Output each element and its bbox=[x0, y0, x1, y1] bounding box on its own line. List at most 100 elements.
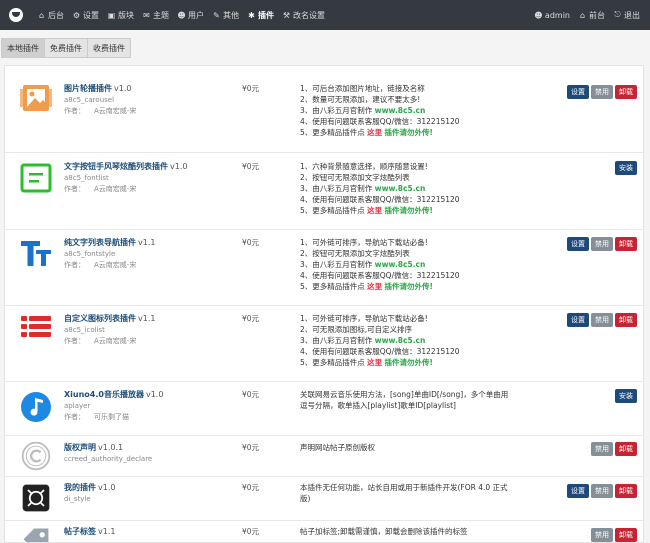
uninstall-button[interactable]: 卸载 bbox=[615, 313, 637, 327]
admin-icon: ☻ bbox=[534, 10, 543, 20]
plugin-row: 图片轮播插件 v1.0 a8c5_carousel 作者： A云南宏威-宋 ¥0元 … bbox=[5, 66, 643, 152]
nav-item-logout[interactable]: ⎋ 退出 bbox=[609, 0, 644, 30]
plugin-name[interactable]: 文字按钮手风琴炫酷列表插件 v1.0 bbox=[64, 161, 187, 172]
uninstall-button[interactable]: 卸载 bbox=[615, 528, 637, 542]
nav-item-plugins[interactable]: ✱ 插件 bbox=[243, 0, 278, 30]
plugin-price: ¥0元 bbox=[242, 390, 260, 399]
nav-label: 插件 bbox=[258, 10, 274, 20]
disable-button[interactable]: 禁用 bbox=[591, 528, 613, 542]
plugin-author: 作者： A云南宏威-宋 bbox=[64, 185, 137, 193]
plugin-name[interactable]: 纯文字列表导航插件 v1.1 bbox=[64, 237, 155, 248]
plugin-icon: ✱ bbox=[248, 10, 255, 20]
plugin-price: ¥0元 bbox=[242, 84, 260, 93]
plugin-description: 1、六种背景随意选择，顺序随意设置! 2、按钮可无限添加文字炫酷列表 3、由八彩… bbox=[300, 162, 460, 215]
plugin-name[interactable]: Xiuno4.0音乐播放器 v1.0 bbox=[64, 389, 163, 400]
plugin-actions: 设置 禁用 卸载 bbox=[567, 313, 637, 327]
install-button[interactable]: 安装 bbox=[615, 389, 637, 403]
nav-label: 后台 bbox=[48, 10, 64, 20]
text-button-list-icon bbox=[20, 163, 52, 193]
plugin-info: Xiuno4.0音乐播放器 v1.0 aplayer 作者： 可乐剩了猫 bbox=[64, 389, 163, 422]
nav-label: 设置 bbox=[83, 10, 99, 20]
topic-icon: ✉ bbox=[143, 10, 150, 20]
nav-item-rename-settings[interactable]: ⚒ 改名设置 bbox=[278, 0, 329, 30]
plugin-key: a8c5_fontlist bbox=[64, 174, 109, 182]
install-button[interactable]: 安装 bbox=[615, 161, 637, 175]
plugin-name[interactable]: 版权声明 v1.0.1 bbox=[64, 442, 152, 453]
plugin-price: ¥0元 bbox=[242, 483, 260, 492]
nav-item-topics[interactable]: ✉ 主题 bbox=[138, 0, 173, 30]
plugin-info: 纯文字列表导航插件 v1.1 a8c5_fontstyle 作者： A云南宏威-宋 bbox=[64, 237, 155, 270]
settings-icon: ⚙ bbox=[72, 10, 81, 20]
disable-button[interactable]: 禁用 bbox=[591, 237, 613, 251]
settings-button[interactable]: 设置 bbox=[567, 85, 589, 99]
uninstall-button[interactable]: 卸载 bbox=[615, 442, 637, 456]
main-nav: ⌂ 后台 ⚙ 设置 ▣ 版块 ✉ 主题 ☻ 用户 ✎ 其他 ✱ 插件 ⚒ 改名设置 bbox=[33, 0, 329, 30]
copyright-icon bbox=[21, 441, 51, 471]
plugin-key: ccreed_authority_declare bbox=[64, 455, 153, 463]
nav-item-other[interactable]: ✎ 其他 bbox=[208, 0, 243, 30]
uninstall-button[interactable]: 卸载 bbox=[615, 85, 637, 99]
uninstall-button[interactable]: 卸载 bbox=[615, 484, 637, 498]
nav-label: 用户 bbox=[188, 10, 204, 20]
frontend-icon: ⌂ bbox=[579, 10, 586, 20]
icon-list-icon bbox=[21, 316, 51, 337]
block-icon: ▣ bbox=[107, 10, 116, 20]
plugin-tabs: 本地插件 免费插件 收费插件 bbox=[1, 38, 131, 58]
plugin-author: 作者： 可乐剩了猫 bbox=[64, 413, 129, 421]
image-carousel-icon bbox=[20, 85, 52, 111]
nav-label: 前台 bbox=[589, 10, 605, 20]
settings-button[interactable]: 设置 bbox=[567, 313, 589, 327]
plugin-row: 我的插件 v1.0 di_style ¥0元 本插件无任何功能，站长自用或用于新插… bbox=[5, 476, 643, 520]
tab-paid-plugins[interactable]: 收费插件 bbox=[87, 38, 131, 58]
plugin-name[interactable]: 我的插件 v1.0 bbox=[64, 482, 115, 493]
nav-item-admin-user[interactable]: ☻ admin bbox=[530, 0, 574, 30]
plugin-key: aplayer bbox=[64, 402, 91, 410]
plugin-info: 版权声明 v1.0.1 ccreed_authority_declare bbox=[64, 442, 152, 463]
plugin-author: 作者： A云南宏威-宋 bbox=[64, 107, 137, 115]
logout-icon: ⎋ bbox=[614, 10, 621, 19]
nav-label: 版块 bbox=[118, 10, 134, 20]
nav-item-admin-home[interactable]: ⌂ 后台 bbox=[33, 0, 68, 30]
nav-item-users[interactable]: ☻ 用户 bbox=[173, 0, 208, 30]
nav-label: 其他 bbox=[223, 10, 239, 20]
disable-button[interactable]: 禁用 bbox=[591, 442, 613, 456]
plugin-key: a8c5_icolist bbox=[64, 326, 105, 334]
plugin-price: ¥0元 bbox=[242, 443, 260, 452]
plugin-info: 自定义图标列表插件 v1.1 a8c5_icolist 作者： A云南宏威-宋 bbox=[64, 313, 155, 346]
plugin-price: ¥0元 bbox=[242, 314, 260, 323]
tab-free-plugins[interactable]: 免费插件 bbox=[44, 38, 88, 58]
plugin-name[interactable]: 帖子标签 v1.1 bbox=[64, 526, 115, 537]
my-plugin-icon bbox=[22, 484, 50, 512]
plugin-description: 1、可后台添加图片地址，链接及名称 2、数量可无限添加，建议不要太多! 3、由八… bbox=[300, 84, 460, 137]
nav-item-settings[interactable]: ⚙ 设置 bbox=[68, 0, 103, 30]
plugin-price: ¥0元 bbox=[242, 527, 260, 536]
plugin-description: 声明网站帖子原创版权 bbox=[300, 443, 375, 452]
plugin-info: 图片轮播插件 v1.0 a8c5_carousel 作者： A云南宏威-宋 bbox=[64, 83, 136, 116]
logo-icon[interactable] bbox=[9, 8, 23, 22]
plugin-description: 关联网易云音乐使用方法，[song]单曲ID[/song]，多个单曲用逗号分隔，… bbox=[300, 390, 509, 410]
wrench-icon: ✎ bbox=[213, 10, 220, 20]
plugin-name[interactable]: 自定义图标列表插件 v1.1 bbox=[64, 313, 155, 324]
plugin-actions: 设置 禁用 卸载 bbox=[567, 237, 637, 251]
plugin-row: 纯文字列表导航插件 v1.1 a8c5_fontstyle 作者： A云南宏威-宋 … bbox=[5, 229, 643, 305]
nav-label: 主题 bbox=[153, 10, 169, 20]
plugin-actions: 设置 禁用 卸载 bbox=[567, 484, 637, 498]
user-icon: ☻ bbox=[177, 10, 186, 20]
settings-button[interactable]: 设置 bbox=[567, 237, 589, 251]
plugin-list: 图片轮播插件 v1.0 a8c5_carousel 作者： A云南宏威-宋 ¥0元 … bbox=[4, 65, 644, 543]
plugin-description: 本插件无任何功能，站长自用或用于新插件开发(FOR 4.0 正式版) bbox=[300, 483, 508, 503]
tab-local-plugins[interactable]: 本地插件 bbox=[1, 38, 45, 58]
plugin-info: 文字按钮手风琴炫酷列表插件 v1.0 a8c5_fontlist 作者： A云南宏威… bbox=[64, 161, 187, 194]
uninstall-button[interactable]: 卸载 bbox=[615, 237, 637, 251]
tag-icon bbox=[23, 528, 49, 542]
disable-button[interactable]: 禁用 bbox=[591, 85, 613, 99]
plugin-row: 文字按钮手风琴炫酷列表插件 v1.0 a8c5_fontlist 作者： A云南宏威… bbox=[5, 152, 643, 229]
nav-item-frontend[interactable]: ⌂ 前台 bbox=[574, 0, 609, 30]
settings-button[interactable]: 设置 bbox=[567, 484, 589, 498]
plugin-row: 帖子标签 v1.1 ¥0元 帖子加标签;卸载需谨慎，卸载会删除该插件的标签 禁用 … bbox=[5, 520, 643, 542]
nav-item-forums[interactable]: ▣ 版块 bbox=[103, 0, 138, 30]
plugin-name[interactable]: 图片轮播插件 v1.0 bbox=[64, 83, 136, 94]
music-note-icon bbox=[21, 392, 51, 422]
disable-button[interactable]: 禁用 bbox=[591, 484, 613, 498]
disable-button[interactable]: 禁用 bbox=[591, 313, 613, 327]
